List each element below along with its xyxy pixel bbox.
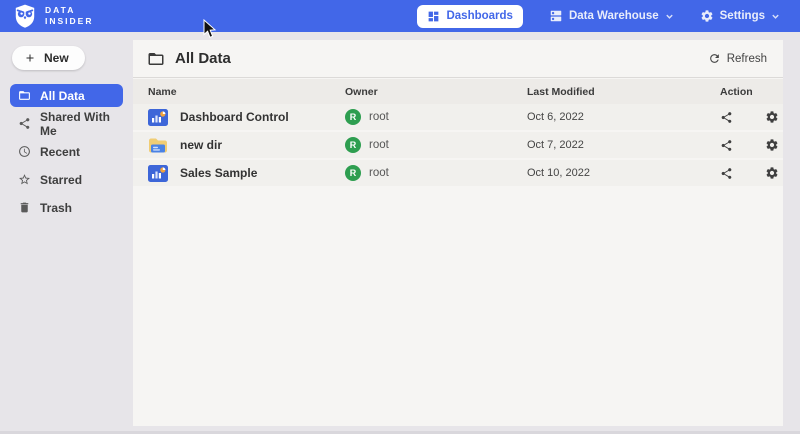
- sidebar-item-label: All Data: [40, 89, 85, 103]
- last-modified-date: Oct 10, 2022: [527, 167, 720, 179]
- sidebar-item-label: Shared With Me: [40, 110, 115, 138]
- new-button-label: New: [44, 51, 69, 65]
- table-row[interactable]: new dir R root Oct 7, 2022: [133, 132, 783, 158]
- sidebar-item-all-data[interactable]: All Data: [10, 84, 123, 107]
- sidebar-item-shared-with-me[interactable]: Shared With Me: [10, 112, 123, 135]
- star-icon: [18, 173, 31, 186]
- folder-icon: [147, 50, 165, 68]
- table-row[interactable]: Sales Sample R root Oct 10, 2022: [133, 160, 783, 186]
- share-button[interactable]: [720, 139, 733, 152]
- owner-name: root: [369, 167, 389, 179]
- dashboards-button[interactable]: Dashboards: [417, 5, 522, 28]
- column-header-owner: Owner: [345, 86, 527, 98]
- gear-icon: [700, 9, 714, 23]
- last-modified-date: Oct 7, 2022: [527, 139, 720, 151]
- new-button[interactable]: New: [12, 46, 85, 70]
- sidebar-item-label: Trash: [40, 201, 72, 215]
- logo-wordmark: DATA INSIDER: [45, 5, 93, 26]
- column-header-name: Name: [148, 86, 345, 98]
- owner-avatar: R: [345, 165, 361, 181]
- file-name: Sales Sample: [180, 166, 257, 180]
- folder-file-icon: [148, 137, 168, 154]
- top-bar: DATA INSIDER Dashboards Data Warehouse S…: [0, 0, 800, 32]
- share-button[interactable]: [720, 167, 733, 180]
- content-header: All Data Refresh: [133, 40, 783, 78]
- dashboard-icon: [427, 10, 440, 23]
- refresh-label: Refresh: [727, 53, 767, 65]
- clock-icon: [18, 145, 31, 158]
- gear-icon: [765, 110, 779, 124]
- owner-name: root: [369, 111, 389, 123]
- owner-name: root: [369, 139, 389, 151]
- sidebar-item-label: Recent: [40, 145, 80, 159]
- dashboard-file-icon: [148, 165, 168, 182]
- settings-label: Settings: [720, 10, 765, 22]
- row-settings-button[interactable]: [765, 110, 779, 124]
- share-icon: [720, 167, 733, 180]
- file-name: new dir: [180, 138, 222, 152]
- share-button[interactable]: [720, 111, 733, 124]
- sidebar: New All Data Shared With Me Recent Starr…: [0, 32, 133, 434]
- table-row[interactable]: Dashboard Control R root Oct 6, 2022: [133, 104, 783, 130]
- folder-icon: [18, 89, 31, 102]
- plus-icon: [24, 52, 36, 64]
- row-settings-button[interactable]: [765, 138, 779, 152]
- chevron-down-icon: [665, 12, 674, 21]
- share-icon: [720, 111, 733, 124]
- owl-logo-icon: [12, 3, 38, 29]
- share-icon: [18, 117, 31, 130]
- refresh-button[interactable]: Refresh: [708, 52, 767, 65]
- trash-icon: [18, 201, 31, 214]
- chevron-down-icon: [771, 12, 780, 21]
- gear-icon: [765, 138, 779, 152]
- sidebar-item-trash[interactable]: Trash: [10, 196, 123, 219]
- settings-menu[interactable]: Settings: [700, 9, 780, 23]
- row-settings-button[interactable]: [765, 166, 779, 180]
- dashboards-label: Dashboards: [446, 10, 512, 22]
- owner-avatar: R: [345, 137, 361, 153]
- sidebar-item-label: Starred: [40, 173, 82, 187]
- data-warehouse-label: Data Warehouse: [569, 10, 659, 22]
- table-header-row: Name Owner Last Modified Action: [133, 79, 783, 104]
- refresh-icon: [708, 52, 721, 65]
- top-navigation: Dashboards Data Warehouse Settings: [417, 5, 788, 28]
- share-icon: [720, 139, 733, 152]
- column-header-last-modified: Last Modified: [527, 86, 720, 98]
- file-name: Dashboard Control: [180, 110, 289, 124]
- sidebar-item-starred[interactable]: Starred: [10, 168, 123, 191]
- dashboard-file-icon: [148, 109, 168, 126]
- main-content-card: All Data Refresh Name Owner Last Modifie…: [133, 40, 783, 426]
- database-icon: [549, 9, 563, 23]
- data-warehouse-menu[interactable]: Data Warehouse: [549, 9, 674, 23]
- sidebar-item-recent[interactable]: Recent: [10, 140, 123, 163]
- owner-avatar: R: [345, 109, 361, 125]
- page-title: All Data: [175, 50, 231, 67]
- app-logo: DATA INSIDER: [12, 3, 93, 29]
- gear-icon: [765, 166, 779, 180]
- column-header-action: Action: [720, 86, 769, 98]
- last-modified-date: Oct 6, 2022: [527, 111, 720, 123]
